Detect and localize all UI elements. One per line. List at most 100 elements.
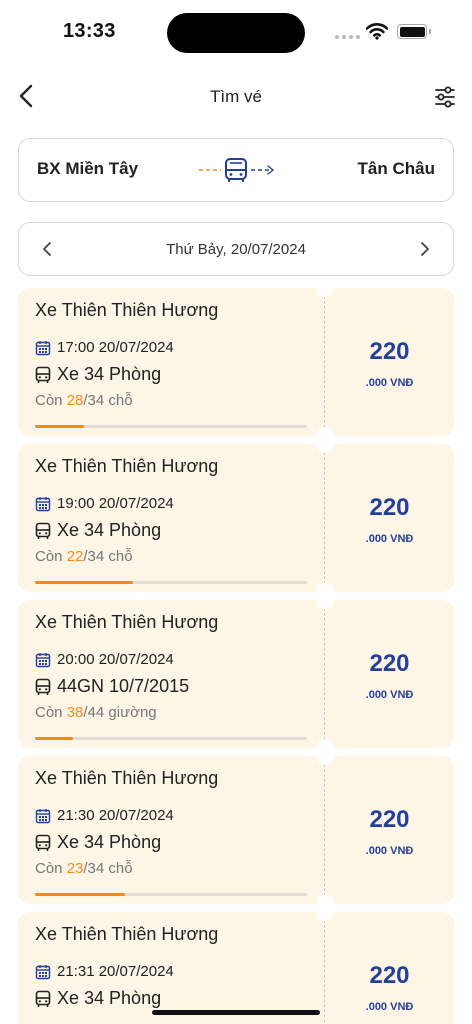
trip-price: 220 .000 VNĐ <box>325 756 454 904</box>
bus-icon <box>35 834 51 851</box>
trip-details: Xe Thiên Thiên Hương 21:30 20/07/2024 Xe… <box>18 756 324 904</box>
bus-icon <box>35 678 51 695</box>
operator-name: Xe Thiên Thiên Hương <box>35 768 219 788</box>
vehicle-type: Xe 34 Phòng <box>57 520 162 540</box>
price-amount: 220 <box>369 494 410 521</box>
seat-progress-bar <box>35 581 307 584</box>
trip-card[interactable]: Xe Thiên Thiên Hương 21:30 20/07/2024 Xe… <box>18 747 454 913</box>
price-unit: .000 VNĐ <box>365 533 414 545</box>
operator-name: Xe Thiên Thiên Hương <box>35 456 219 476</box>
seat-progress-fill <box>35 737 74 740</box>
trip-price: 220 .000 VNĐ <box>325 912 454 1024</box>
seat-progress-bar <box>35 425 307 428</box>
vehicle-row: 44GN 10/7/2015 <box>35 676 189 697</box>
seat-progress-bar <box>35 737 307 740</box>
dynamic-island <box>167 13 305 53</box>
price-unit: .000 VNĐ <box>365 845 414 857</box>
seats-total: /44 giường <box>83 704 157 721</box>
seats-prefix: Còn <box>35 392 67 409</box>
next-date-button[interactable] <box>413 237 437 261</box>
seats-remaining: Còn 38/44 giường <box>35 704 157 721</box>
nav-bar: Tìm vé <box>0 70 472 122</box>
trip-card[interactable]: Xe Thiên Thiên Hương 19:00 20/07/2024 Xe… <box>18 435 454 601</box>
ticket-notch <box>316 435 334 453</box>
vehicle-row: Xe 34 Phòng <box>35 988 161 1009</box>
departure-row: 21:30 20/07/2024 <box>35 807 174 824</box>
departure-time: 17:00 20/07/2024 <box>57 339 174 356</box>
trip-price: 220 .000 VNĐ <box>325 288 454 436</box>
battery-tip <box>429 29 431 34</box>
ticket-notch <box>316 279 334 297</box>
trip-card[interactable]: Xe Thiên Thiên Hương 17:00 20/07/2024 Xe… <box>18 279 454 445</box>
route-summary[interactable]: BX Miền Tây Tân Châu <box>18 138 454 202</box>
trip-card[interactable]: Xe Thiên Thiên Hương 21:31 20/07/2024 Xe… <box>18 903 454 1024</box>
seats-prefix: Còn <box>35 860 67 877</box>
price-unit: .000 VNĐ <box>365 689 414 701</box>
bus-route-icon <box>199 158 275 182</box>
price-unit: .000 VNĐ <box>365 1001 414 1013</box>
seats-prefix: Còn <box>35 704 67 721</box>
price-amount: 220 <box>369 962 410 989</box>
ticket-notch <box>316 591 334 609</box>
calendar-icon <box>35 808 51 823</box>
bus-icon <box>35 522 51 539</box>
seats-available-count: 23 <box>66 860 84 877</box>
home-indicator <box>152 1010 320 1015</box>
departure-row: 19:00 20/07/2024 <box>35 495 174 512</box>
trip-price: 220 .000 VNĐ <box>325 444 454 592</box>
status-time: 13:33 <box>63 20 116 42</box>
departure-time: 21:31 20/07/2024 <box>57 963 174 980</box>
seats-remaining: Còn 23/34 chỗ <box>35 860 133 877</box>
seat-progress-fill <box>35 425 84 428</box>
filter-button[interactable] <box>430 82 460 112</box>
calendar-icon <box>35 964 51 979</box>
seats-total: /34 chỗ <box>83 860 133 877</box>
trip-details: Xe Thiên Thiên Hương 17:00 20/07/2024 Xe… <box>18 288 324 436</box>
bus-icon <box>35 990 51 1007</box>
departure-time: 21:30 20/07/2024 <box>57 807 174 824</box>
wifi-icon <box>366 23 388 40</box>
seats-available-count: 38 <box>66 704 84 721</box>
seats-prefix: Còn <box>35 548 67 565</box>
departure-time: 20:00 20/07/2024 <box>57 651 174 668</box>
filter-sliders-icon <box>435 86 455 108</box>
seats-available-count: 28 <box>66 392 84 409</box>
selected-date[interactable]: Thứ Bảy, 20/07/2024 <box>19 241 453 258</box>
operator-name: Xe Thiên Thiên Hương <box>35 924 219 944</box>
departure-time: 19:00 20/07/2024 <box>57 495 174 512</box>
trip-details: Xe Thiên Thiên Hương 19:00 20/07/2024 Xe… <box>18 444 324 592</box>
calendar-icon <box>35 496 51 511</box>
price-amount: 220 <box>369 650 410 677</box>
date-selector: Thứ Bảy, 20/07/2024 <box>18 222 454 276</box>
vehicle-row: Xe 34 Phòng <box>35 520 161 541</box>
vehicle-type: Xe 34 Phòng <box>57 364 162 384</box>
price-amount: 220 <box>369 338 410 365</box>
chevron-right-icon <box>421 242 429 256</box>
vehicle-type: 44GN 10/7/2015 <box>57 676 190 696</box>
operator-name: Xe Thiên Thiên Hương <box>35 300 219 320</box>
battery-icon <box>397 24 427 39</box>
seats-available-count: 22 <box>66 548 84 565</box>
seats-total: /34 chỗ <box>83 548 133 565</box>
seats-total: /34 chỗ <box>83 392 133 409</box>
page-title: Tìm vé <box>210 87 262 106</box>
price-unit: .000 VNĐ <box>365 377 414 389</box>
trip-details: Xe Thiên Thiên Hương 20:00 20/07/2024 44… <box>18 600 324 748</box>
route-destination: Tân Châu <box>357 159 435 178</box>
vehicle-type: Xe 34 Phòng <box>57 988 162 1008</box>
seats-remaining: Còn 22/34 chỗ <box>35 548 133 565</box>
departure-row: 20:00 20/07/2024 <box>35 651 174 668</box>
seat-progress-fill <box>35 893 125 896</box>
price-amount: 220 <box>369 806 410 833</box>
calendar-icon <box>35 340 51 355</box>
operator-name: Xe Thiên Thiên Hương <box>35 612 219 632</box>
trip-card[interactable]: Xe Thiên Thiên Hương 20:00 20/07/2024 44… <box>18 591 454 757</box>
calendar-icon <box>35 652 51 667</box>
departure-row: 17:00 20/07/2024 <box>35 339 174 356</box>
cellular-signal-icon <box>335 35 360 39</box>
departure-row: 21:31 20/07/2024 <box>35 963 174 980</box>
vehicle-type: Xe 34 Phòng <box>57 832 162 852</box>
ticket-notch <box>316 747 334 765</box>
vehicle-row: Xe 34 Phòng <box>35 832 161 853</box>
ticket-notch <box>316 903 334 921</box>
